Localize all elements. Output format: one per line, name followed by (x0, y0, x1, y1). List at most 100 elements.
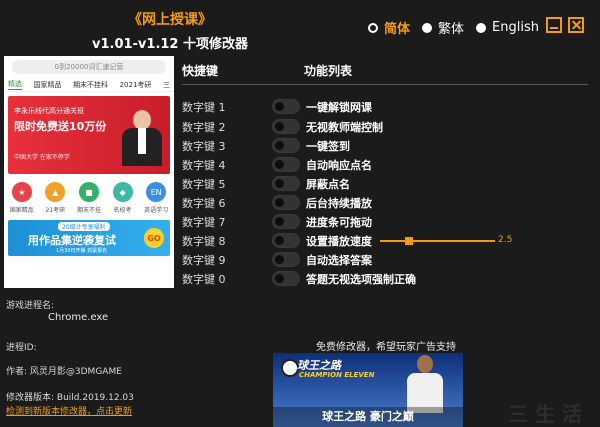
preview-tab: 期末不挂科 (73, 80, 109, 89)
function-name: 一键签到 (306, 139, 350, 153)
flask-icon: ◆ (112, 182, 133, 202)
banner-small-text: 李永乐线代高分通关班 (14, 107, 84, 115)
function-name: 一键解锁网课 (306, 100, 372, 114)
function-name: 无视教师端控制 (306, 120, 383, 134)
function-name: 自动响应点名 (306, 158, 372, 172)
preview-icon-item: ◆ 名校考 (112, 182, 133, 214)
banner-headline: 限时免费送10万份 (14, 120, 107, 133)
preview-tab: 2021考研 (119, 80, 152, 89)
close-button[interactable] (568, 17, 584, 33)
cheat-row: 数字键 1 一键解锁网课 (182, 97, 522, 116)
preview-search-bar: 0到20000词汇速记营 (12, 60, 166, 74)
function-name: 答题无视选项强制正确 (306, 272, 416, 286)
preview-icon-row: ★ 国家精品 ▲ 21考研 ■ 期末不挂 ◆ 名校考 EN 英语学习 (4, 182, 174, 214)
preview-icon-label: 国家精品 (9, 207, 34, 214)
teacher-photo-icon (122, 110, 162, 168)
preview-icon-label: 名校考 (113, 207, 132, 214)
ad-support-note: 免费修改器，希望玩家广告支持 (316, 342, 456, 353)
cheat-toggle[interactable] (272, 271, 300, 286)
cheat-toggle[interactable] (272, 119, 300, 134)
trainer-window: 《网上授课》 v1.01-v1.12 十项修改器 简体 繁体 English 0… (0, 0, 600, 427)
hotkey-label: 数字键 2 (182, 120, 226, 134)
ad-tag: 20级计专享福利 (58, 222, 110, 231)
cheat-row: 数字键 4 自动响应点名 (182, 155, 522, 174)
preview-icon-label: 英语学习 (144, 207, 169, 214)
preview-tab: 国家精品 (33, 80, 62, 89)
lang-option-english[interactable]: English (476, 20, 539, 35)
preview-tab: 三 (162, 80, 170, 89)
function-name: 设置播放速度 (306, 234, 372, 248)
game-ad-banner[interactable]: 球王之路 CHAMPION ELEVEN 球王之路 豪门之巅 (273, 353, 463, 427)
function-name: 屏蔽点名 (306, 177, 350, 191)
go-badge-icon: GO (144, 228, 164, 248)
cheat-toggle[interactable] (272, 214, 300, 229)
preview-icon-item: ★ 国家精品 (10, 182, 34, 214)
ad-game-english-name: CHAMPION ELEVEN (299, 371, 375, 379)
cheat-row: 数字键 0 答题无视选项强制正确 (182, 269, 522, 288)
cheat-toggle[interactable] (272, 138, 300, 153)
category-icon: ★ (11, 182, 32, 202)
cheat-row: 数字键 3 一键签到 (182, 136, 522, 155)
game-title: 《网上授课》 (128, 12, 212, 28)
speed-slider[interactable] (380, 237, 495, 245)
hotkey-label: 数字键 4 (182, 158, 226, 172)
process-label: 游戏进程名: (6, 301, 55, 311)
preview-banner: 李永乐线代高分通关班 限时免费送10万份 中国大学 在家不停学 (8, 96, 170, 174)
update-link[interactable]: 检测到新版本修改器，点击更新 (6, 404, 132, 417)
ad-headline: 用作品集逆袭复试 (28, 234, 116, 247)
author-text: 作者: 风灵月影@3DMGAME (6, 367, 122, 377)
preview-icon-label: 21考研 (45, 207, 66, 214)
hotkey-label: 数字键 0 (182, 272, 226, 286)
cheat-toggle[interactable] (272, 252, 300, 267)
graduation-cap-icon: ▲ (45, 182, 66, 202)
ad-slogan: 球王之路 豪门之巅 (273, 407, 463, 427)
col-function-header: 功能列表 (304, 64, 353, 78)
window-controls (546, 17, 590, 33)
preview-icon-item: EN 英语学习 (144, 182, 168, 214)
col-hotkey-header: 快捷键 (182, 64, 219, 78)
radio-icon (476, 22, 487, 33)
minimize-button[interactable] (546, 17, 562, 33)
preview-ad-banner: 20级计专享福利 用作品集逆袭复试 1月30日开播 抓紧报名 GO (8, 220, 170, 256)
hotkey-label: 数字键 5 (182, 177, 226, 191)
hotkey-label: 数字键 9 (182, 253, 226, 267)
banner-subtext: 中国大学 在家不停学 (14, 154, 70, 161)
cheat-row: 数字键 5 屏蔽点名 (182, 174, 522, 193)
speed-value: 2.5 (498, 235, 513, 245)
preview-icon-item: ▲ 21考研 (45, 182, 66, 214)
lang-option-simplified[interactable]: 简体 (368, 18, 410, 37)
function-name: 自动选择答案 (306, 253, 372, 267)
title-block: 《网上授课》 v1.01-v1.12 十项修改器 (60, 9, 280, 52)
cheat-toggle[interactable] (272, 176, 300, 191)
lang-label: 简体 (384, 22, 411, 37)
preview-icon-label: 期末不挂 (76, 207, 101, 214)
cheat-row: 数字键 9 自动选择答案 (182, 250, 522, 269)
hotkey-label: 数字键 6 (182, 196, 226, 210)
preview-tab: 精选 (8, 80, 22, 90)
ad-subtext: 1月30日开播 抓紧报名 (56, 248, 108, 254)
preview-icon-item: ■ 期末不挂 (77, 182, 101, 214)
app-preview-image: 0到20000词汇速记营 精选 国家精品 期末不挂科 2021考研 三 李永乐线… (4, 56, 174, 288)
lang-label: English (492, 20, 539, 35)
preview-tabs: 精选 国家精品 期末不挂科 2021考研 三 (4, 78, 174, 92)
radio-selected-icon (368, 22, 378, 33)
pid-label: 进程ID: (6, 343, 37, 353)
cheat-toggle[interactable] (272, 157, 300, 172)
version-title: v1.01-v1.12 十项修改器 (91, 37, 249, 52)
lang-label: 繁体 (438, 22, 465, 37)
cheat-toggle[interactable] (272, 233, 300, 248)
radio-icon (422, 22, 433, 33)
hotkey-label: 数字键 1 (182, 100, 226, 114)
lang-option-traditional[interactable]: 繁体 (422, 18, 464, 37)
hotkey-label: 数字键 7 (182, 215, 226, 229)
cheat-row: 数字键 7 进度条可拖动 (182, 212, 522, 231)
player-figure-icon (405, 355, 445, 413)
hotkey-label: 数字键 3 (182, 139, 226, 153)
speed-slider-handle[interactable] (404, 237, 413, 245)
build-text: 修改器版本: Build.2019.12.03 (6, 393, 134, 403)
language-selector: 简体 繁体 English (368, 18, 551, 37)
book-icon: ■ (78, 182, 99, 202)
cheat-toggle[interactable] (272, 195, 300, 210)
cheat-toggle[interactable] (272, 99, 300, 114)
header-divider (182, 84, 588, 85)
